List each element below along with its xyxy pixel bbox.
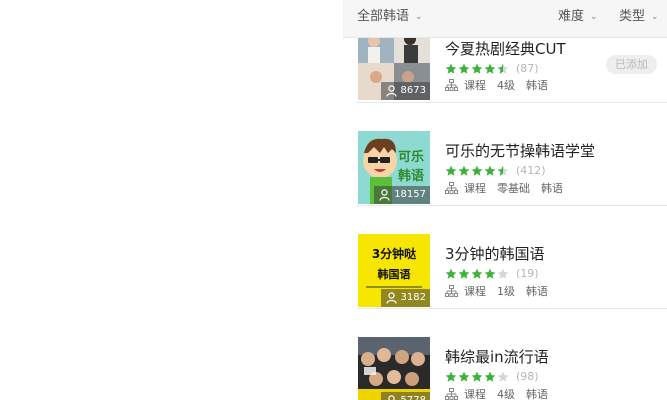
star-filled-icon [484,371,496,382]
svg-text:韩语: 韩语 [398,168,424,184]
course-level: 4级 [497,79,515,92]
course-kind: 课程 [464,79,486,92]
course-language: 韩语 [541,182,563,195]
course-title: 韩综最in流行语 [445,348,549,366]
learner-count-badge: 5778 [380,392,430,400]
star-half-icon [497,165,509,176]
filter-bar: 全部韩语 ⌄ 难度 ⌄ 类型 ⌄ [343,0,667,38]
course-meta: 课程 1级 韩语 [445,283,559,299]
learner-count-badge: 18157 [374,186,430,204]
star-empty-icon [497,268,509,279]
course-level: 零基础 [497,182,530,195]
learner-count: 5778 [401,395,426,400]
learner-count: 18157 [394,189,426,200]
chevron-down-icon: ⌄ [651,12,659,22]
star-filled-icon [445,63,457,74]
hierarchy-icon [445,182,458,194]
star-filled-icon [445,371,457,382]
star-filled-icon [445,165,457,176]
star-filled-icon [458,268,470,279]
user-icon [379,189,390,201]
course-kind: 课程 [464,182,486,195]
learner-count-badge: 8673 [380,82,430,100]
course-item[interactable]: 5778 韩综最in流行语 (98) 课程 4级 韩语 [356,309,667,400]
hierarchy-icon [445,285,458,297]
rating-count: (87) [516,62,539,75]
course-language: 韩语 [526,79,548,92]
course-kind: 课程 [464,285,486,298]
course-cover-cola: 可乐 韩语 18157 [358,131,430,204]
course-cover-3min: 3分钟哒 韩国语 3182 [358,234,430,307]
rating-stars: (412) [445,164,546,177]
rating-stars: (98) [445,370,539,383]
rating-stars: (19) [445,267,539,280]
filter-type[interactable]: 类型 ⌄ [619,9,659,26]
learner-count: 3182 [400,292,426,303]
course-level: 4级 [497,388,515,400]
course-meta: 课程 4级 韩语 [445,77,559,93]
star-filled-icon [471,165,483,176]
course-title: 今夏热剧经典CUT [445,40,566,58]
filter-all-korean[interactable]: 全部韩语 ⌄ [357,9,423,26]
filter-type-label: 类型 [619,9,646,24]
star-filled-icon [471,371,483,382]
chevron-down-icon: ⌄ [415,12,423,22]
variety-show-group-image [358,337,430,400]
svg-text:韩国语: 韩国语 [378,267,411,281]
course-title: 3分钟的韩国语 [445,245,545,263]
star-filled-icon [445,268,457,279]
star-filled-icon [471,268,483,279]
learner-count: 8673 [400,85,426,96]
course-item[interactable]: 可乐 韩语 18157 可乐的无节操韩语学堂 (412) 课程 零基础 韩语 [356,103,667,206]
course-list-screen: 全部韩语 ⌄ 难度 ⌄ 类型 ⌄ 8673 今夏热剧经典CUT (87) 课程 … [0,0,667,400]
rating-count: (98) [516,370,539,383]
course-cover-drama: 8673 [358,38,430,100]
star-filled-icon [471,63,483,74]
course-item[interactable]: 8673 今夏热剧经典CUT (87) 课程 4级 韩语 已添加 [356,38,667,103]
rating-count: (412) [516,164,546,177]
user-icon [387,395,395,400]
star-filled-icon [458,63,470,74]
filter-difficulty[interactable]: 难度 ⌄ [558,9,598,26]
hierarchy-icon [445,388,458,400]
course-list: 8673 今夏热剧经典CUT (87) 课程 4级 韩语 已添加 可乐 韩语 1… [356,38,667,400]
course-title: 可乐的无节操韩语学堂 [445,142,596,160]
svg-text:可乐: 可乐 [398,149,424,165]
added-button[interactable]: 已添加 [606,55,657,74]
star-filled-icon [458,371,470,382]
filter-difficulty-label: 难度 [558,9,585,24]
svg-text:3分钟哒: 3分钟哒 [372,246,417,261]
user-icon [385,85,397,97]
user-icon [385,292,397,304]
filter-all-label: 全部韩语 [357,9,410,24]
course-meta: 课程 零基础 韩语 [445,180,574,196]
star-filled-icon [458,165,470,176]
course-item[interactable]: 3分钟哒 韩国语 3182 3分钟的韩国语 (19) 课程 1级 韩语 [356,206,667,309]
star-filled-icon [484,268,496,279]
course-kind: 课程 [464,388,486,400]
chevron-down-icon: ⌄ [590,12,598,22]
course-language: 韩语 [526,388,548,400]
course-meta: 课程 4级 韩语 [445,386,559,400]
star-filled-icon [484,165,496,176]
rating-stars: (87) [445,62,539,75]
course-language: 韩语 [526,285,548,298]
star-half-icon [497,63,509,74]
rating-count: (19) [516,267,539,280]
star-filled-icon [484,63,496,74]
course-level: 1级 [497,285,515,298]
course-cover-variety: 5778 [358,337,430,400]
star-empty-icon [497,371,509,382]
learner-count-badge: 3182 [380,289,430,307]
hierarchy-icon [445,79,458,91]
